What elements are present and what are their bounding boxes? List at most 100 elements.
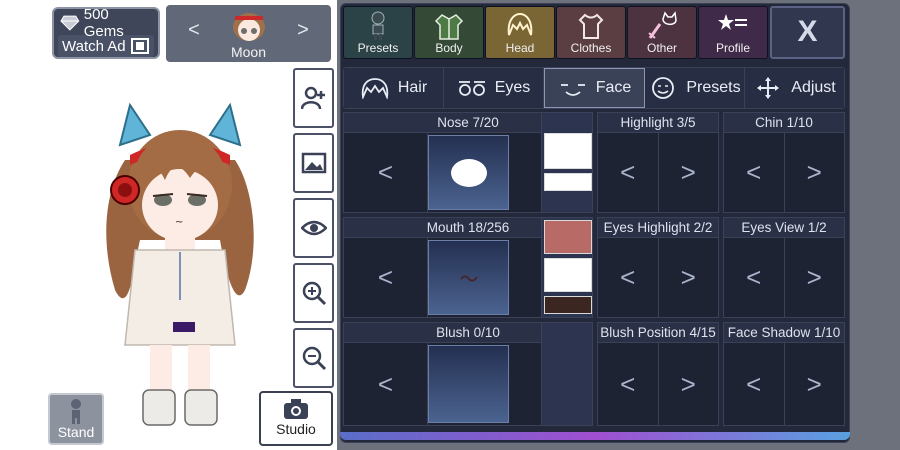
svg-text:~: ~ xyxy=(175,217,183,228)
character-selector: < Moon > xyxy=(166,5,331,62)
nose-preview[interactable] xyxy=(428,135,509,210)
shirt-icon xyxy=(578,13,604,39)
background-button[interactable] xyxy=(293,133,334,193)
blush-position-next-button[interactable]: > xyxy=(659,343,719,425)
zoom-out-button[interactable] xyxy=(293,328,334,388)
eyes-view-title: Eyes View 1/2 xyxy=(724,218,844,238)
highlight-controls: < > xyxy=(598,133,718,212)
mouth-preview[interactable] xyxy=(428,240,509,315)
jacket-icon xyxy=(434,14,464,40)
prev-character-button[interactable]: < xyxy=(184,19,204,42)
visibility-button[interactable] xyxy=(293,198,334,258)
subtab-label: Face xyxy=(595,79,632,96)
add-person-icon xyxy=(300,86,325,110)
watch-ad-label: Watch Ad xyxy=(62,37,126,55)
character-preview[interactable]: ~ xyxy=(95,100,265,440)
tab-label: Head xyxy=(505,41,535,55)
character-face-icon xyxy=(233,13,265,41)
subtab-eyes[interactable]: Eyes xyxy=(444,68,544,108)
sword-cat-icon xyxy=(648,11,677,39)
chin-prev-button[interactable]: < xyxy=(724,133,785,212)
zoom-in-icon xyxy=(302,281,326,306)
zoom-in-button[interactable] xyxy=(293,263,334,323)
tab-other[interactable]: Other xyxy=(627,6,697,59)
face-shadow-controls: < > xyxy=(724,343,844,425)
tab-presets[interactable]: Presets xyxy=(343,6,413,59)
chin-title: Chin 1/10 xyxy=(724,113,844,133)
gem-icon xyxy=(60,15,80,31)
subtab-label: Adjust xyxy=(791,79,836,96)
film-icon xyxy=(130,38,149,54)
highlight-prev-button[interactable]: < xyxy=(598,133,659,212)
face-shadow-section: Face Shadow 1/10 < > xyxy=(723,322,845,426)
category-tabs: Presets Body Head Clothes Other Profile xyxy=(343,6,769,59)
eyes-view-next-button[interactable]: > xyxy=(785,238,845,317)
tool-column xyxy=(293,68,335,393)
editor-panel: Presets Body Head Clothes Other Profile … xyxy=(337,0,900,450)
subtab-label: Hair xyxy=(397,79,428,96)
watch-ad-button[interactable]: Watch Ad xyxy=(58,35,154,57)
stand-button[interactable]: Stand xyxy=(48,393,104,445)
nose-shape-icon xyxy=(450,158,487,187)
mouth-prev-button[interactable]: < xyxy=(344,238,428,317)
subtab-hair[interactable]: Hair xyxy=(344,68,444,108)
face-shadow-next-button[interactable]: > xyxy=(785,343,845,425)
star-list-icon xyxy=(718,14,747,30)
studio-label: Studio xyxy=(276,421,316,437)
studio-button[interactable]: Studio xyxy=(259,391,333,446)
eyes-view-prev-button[interactable]: < xyxy=(724,238,785,317)
nose-prev-button[interactable]: < xyxy=(344,133,428,212)
hair-icon xyxy=(507,12,533,36)
character-name: Moon xyxy=(230,44,267,60)
highlight-next-button[interactable]: > xyxy=(659,133,719,212)
mouth-light-swatch[interactable] xyxy=(544,258,592,292)
face-circle-icon xyxy=(652,77,675,99)
face-icon xyxy=(560,84,585,96)
eyes-highlight-next-button[interactable]: > xyxy=(659,238,719,317)
tab-label: Body xyxy=(435,41,463,55)
blush-preview[interactable] xyxy=(428,345,509,423)
subtab-label: Presets xyxy=(686,79,741,96)
face-subtabs: Hair Eyes Face Presets Adjust xyxy=(343,67,845,109)
hair-icon xyxy=(361,78,389,99)
subtab-face[interactable]: Face xyxy=(544,68,645,108)
tab-label: Clothes xyxy=(570,41,612,55)
tab-label: Other xyxy=(646,41,677,55)
subtab-presets[interactable]: Presets xyxy=(645,68,745,108)
add-character-button[interactable] xyxy=(293,68,334,128)
mouth-shade-swatch[interactable] xyxy=(544,296,592,314)
tab-head[interactable]: Head xyxy=(485,6,555,59)
nose-color-column xyxy=(541,112,593,213)
blush-position-title: Blush Position 4/15 xyxy=(598,323,718,343)
eyes-highlight-prev-button[interactable]: < xyxy=(598,238,659,317)
blush-position-controls: < > xyxy=(598,343,718,425)
zoom-out-icon xyxy=(302,346,326,371)
blush-position-prev-button[interactable]: < xyxy=(598,343,659,425)
face-shadow-prev-button[interactable]: < xyxy=(724,343,785,425)
figure-icon xyxy=(71,399,81,424)
subtab-adjust[interactable]: Adjust xyxy=(745,68,844,108)
eyes-highlight-section: Eyes Highlight 2/2 < > xyxy=(597,217,719,318)
mouth-shape-icon xyxy=(459,275,478,281)
blush-prev-button[interactable]: < xyxy=(344,343,428,425)
chin-section: Chin 1/10 < > xyxy=(723,112,845,213)
close-button[interactable]: X xyxy=(770,6,845,59)
camera-icon xyxy=(284,399,308,419)
nose-shade-swatch[interactable] xyxy=(544,173,592,191)
next-character-button[interactable]: > xyxy=(293,19,313,42)
eyes-highlight-controls: < > xyxy=(598,238,718,317)
chin-next-button[interactable]: > xyxy=(785,133,845,212)
tab-clothes[interactable]: Clothes xyxy=(556,6,626,59)
tab-body[interactable]: Body xyxy=(414,6,484,59)
blush-color-column xyxy=(541,322,593,426)
figure-icon xyxy=(371,11,385,40)
currency-panel: 500 Gems Watch Ad xyxy=(52,6,160,59)
blush-position-section: Blush Position 4/15 < > xyxy=(597,322,719,426)
nose-color-swatch[interactable] xyxy=(544,133,592,169)
mouth-color-column xyxy=(541,217,593,318)
chin-controls: < > xyxy=(724,133,844,212)
tab-profile[interactable]: Profile xyxy=(698,6,768,59)
image-icon xyxy=(301,152,326,174)
eyes-view-section: Eyes View 1/2 < > xyxy=(723,217,845,318)
mouth-color-swatch[interactable] xyxy=(544,220,592,254)
